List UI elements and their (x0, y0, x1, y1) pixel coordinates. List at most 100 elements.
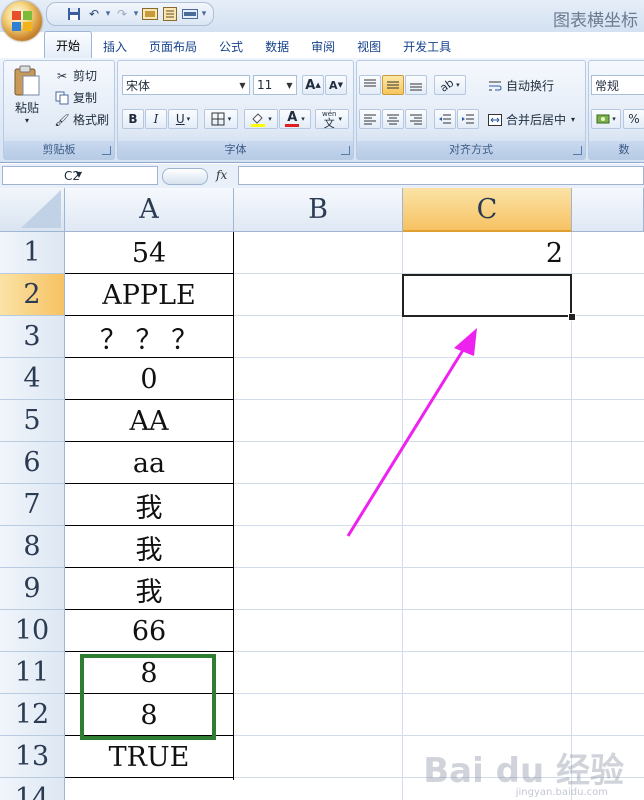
currency-dropdown-icon[interactable]: ▾ (612, 115, 616, 123)
currency-button[interactable]: ▾ (591, 109, 621, 129)
cell-border (65, 484, 234, 526)
column-header-d[interactable] (572, 188, 644, 232)
tab-home[interactable]: 开始 (44, 31, 93, 58)
redo-icon[interactable]: ↷ (113, 5, 131, 23)
italic-button[interactable]: I (145, 109, 167, 129)
alignment-launcher-icon[interactable] (573, 146, 582, 155)
toolbar-icon[interactable] (181, 5, 199, 23)
format-painter-button[interactable]: 🖌 格式刷 (54, 111, 109, 128)
wrap-text-button[interactable]: 自动换行 (487, 77, 554, 94)
shrink-font-button[interactable]: A ▼ (325, 75, 347, 95)
row-header-5[interactable]: 5 (0, 400, 65, 442)
cut-label: 剪切 (73, 69, 98, 83)
font-name-dropdown-icon[interactable]: ▼ (236, 76, 249, 94)
tab-data[interactable]: 数据 (254, 34, 300, 58)
tab-developer[interactable]: 开发工具 (392, 34, 462, 58)
align-center-button[interactable] (382, 109, 404, 129)
form-icon[interactable] (161, 5, 179, 23)
row-header-10[interactable]: 10 (0, 610, 65, 652)
undo-dropdown-icon[interactable]: ▾ (105, 5, 111, 23)
align-right-button[interactable] (405, 109, 427, 129)
row-header-6[interactable]: 6 (0, 442, 65, 484)
paste-button[interactable]: 粘贴 ▾ (10, 65, 44, 125)
gridline (402, 232, 403, 800)
fill-color-dropdown-icon[interactable]: ▾ (268, 115, 272, 123)
row-header-8[interactable]: 8 (0, 526, 65, 568)
font-size-combo[interactable]: 11 ▼ (253, 75, 297, 95)
cut-button[interactable]: ✂ 剪切 (54, 67, 97, 84)
italic-label: I (153, 112, 159, 126)
clipboard-launcher-icon[interactable] (102, 146, 111, 155)
office-button[interactable] (2, 1, 42, 41)
tab-page-layout[interactable]: 页面布局 (138, 34, 208, 58)
name-box[interactable]: C2 ▼ (2, 166, 158, 185)
tab-view[interactable]: 视图 (346, 34, 392, 58)
copy-button[interactable]: 复制 (54, 89, 97, 106)
insert-function-icon[interactable]: fx (216, 168, 227, 182)
macro-icon[interactable] (141, 5, 159, 23)
merge-center-button[interactable]: 合并后居中 ▾ (487, 111, 575, 128)
borders-dropdown-icon[interactable]: ▾ (228, 115, 232, 123)
paste-icon (14, 65, 40, 96)
formula-bar-splitter[interactable] (162, 168, 208, 185)
underline-dropdown-icon[interactable]: ▾ (187, 115, 191, 123)
top-align-button[interactable] (359, 75, 381, 95)
bold-button[interactable]: B (122, 109, 144, 129)
number-format-combo[interactable]: 常规 (591, 75, 644, 95)
paste-dropdown-icon[interactable]: ▾ (25, 116, 29, 125)
column-header-c[interactable]: C (403, 188, 572, 232)
row-header-7[interactable]: 7 (0, 484, 65, 526)
merge-dropdown-icon[interactable]: ▾ (571, 115, 575, 124)
worksheet-grid[interactable]: A B C 1 2 3 4 5 6 7 8 9 10 11 12 13 14 54 APPLE？ ？ ？ 0 A… (0, 188, 644, 800)
row-header-13[interactable]: 13 (0, 736, 65, 778)
font-launcher-icon[interactable] (341, 146, 350, 155)
formula-input[interactable] (238, 166, 644, 185)
orientation-button[interactable]: ab ▾ (434, 75, 466, 95)
orientation-dropdown-icon[interactable]: ▾ (456, 81, 460, 89)
decrease-indent-button[interactable] (434, 109, 456, 129)
grow-font-button[interactable]: A ▲ (302, 75, 324, 95)
row-header-11[interactable]: 11 (0, 652, 65, 694)
font-color-dropdown-icon[interactable]: ▾ (301, 115, 305, 123)
underline-button[interactable]: U ▾ (168, 109, 198, 129)
window-title: 图表横坐标 (553, 11, 638, 31)
borders-button[interactable]: ▾ (204, 109, 238, 129)
undo-icon[interactable]: ↶ (85, 5, 103, 23)
cell-c1[interactable]: 2 (403, 232, 571, 274)
align-left-button[interactable] (359, 109, 381, 129)
row-header-4[interactable]: 4 (0, 358, 65, 400)
name-box-dropdown-icon[interactable]: ▼ (3, 170, 155, 179)
cell-border (65, 400, 234, 442)
phonetic-button[interactable]: wén 文 ▾ (315, 109, 349, 129)
row-header-14[interactable]: 14 (0, 778, 65, 800)
number-format-value: 常规 (595, 78, 620, 93)
row-header-12[interactable]: 12 (0, 694, 65, 736)
font-size-dropdown-icon[interactable]: ▼ (283, 76, 296, 94)
row-header-2[interactable]: 2 (0, 274, 65, 316)
save-icon[interactable] (65, 5, 83, 23)
select-all-button[interactable] (0, 188, 65, 232)
tab-insert[interactable]: 插入 (92, 34, 138, 58)
percent-button[interactable]: % (623, 109, 644, 129)
row-header-1[interactable]: 1 (0, 232, 65, 274)
increase-indent-button[interactable] (457, 109, 479, 129)
phonetic-dropdown-icon[interactable]: ▾ (338, 115, 342, 123)
font-color-button[interactable]: A ▾ (279, 109, 311, 129)
tab-review[interactable]: 审阅 (300, 34, 346, 58)
row-header-9[interactable]: 9 (0, 568, 65, 610)
column-header-b[interactable]: B (234, 188, 403, 232)
underline-label: U (175, 112, 185, 126)
customize-toolbar-icon[interactable]: ▾ (201, 5, 207, 23)
fill-color-button[interactable]: ▾ (244, 109, 278, 129)
percent-label: % (628, 112, 640, 126)
wrap-text-label: 自动换行 (506, 79, 555, 93)
middle-align-button[interactable] (382, 75, 404, 95)
fill-handle[interactable] (568, 313, 576, 321)
bottom-align-button[interactable] (405, 75, 427, 95)
row-header-3[interactable]: 3 (0, 316, 65, 358)
active-cell-c2[interactable] (402, 274, 572, 317)
tab-formulas[interactable]: 公式 (208, 34, 254, 58)
font-name-combo[interactable]: 宋体 ▼ (122, 75, 250, 95)
column-header-a[interactable]: A (65, 188, 234, 232)
redo-dropdown-icon[interactable]: ▾ (133, 5, 139, 23)
